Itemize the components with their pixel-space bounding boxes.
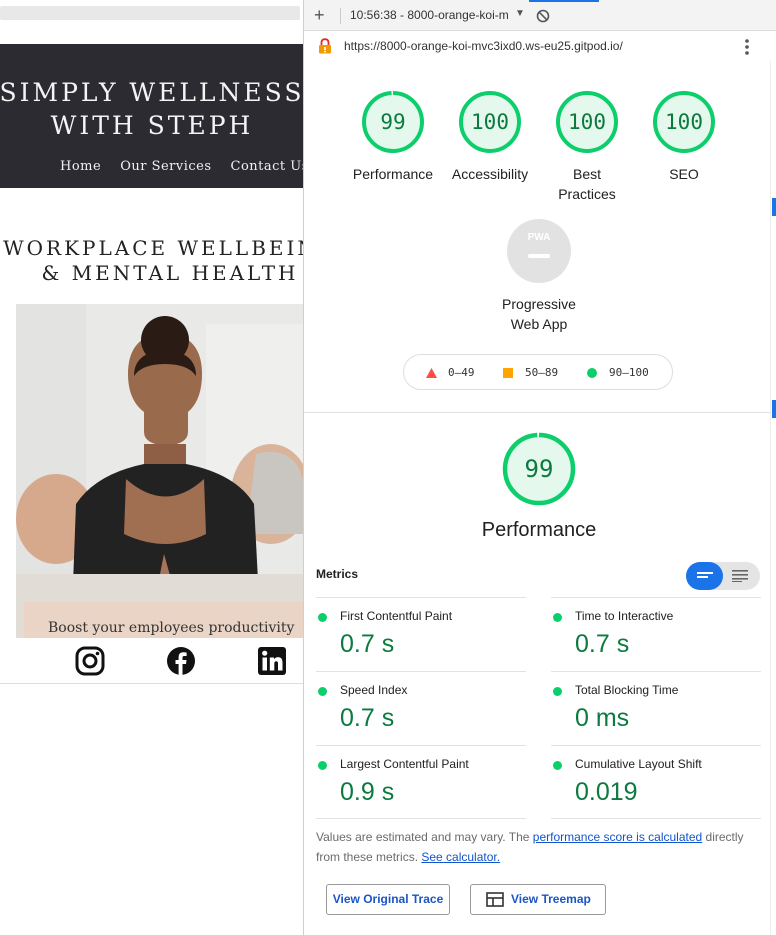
metric-label: Largest Contentful Paint [340, 757, 469, 771]
expanded-list-icon[interactable] [732, 570, 748, 582]
metric-value: 0.019 [575, 778, 638, 806]
section-divider [304, 412, 770, 413]
site-header: SIMPLY WELLNESS WITH STEPH Home Our Serv… [0, 44, 304, 188]
metric-speed-index: Speed Index 0.7 s [316, 671, 526, 745]
pass-dot-icon [318, 613, 327, 622]
metrics-footnote: Values are estimated and may vary. The p… [316, 827, 766, 867]
performance-score: 99 [524, 455, 554, 483]
gauge-seo[interactable]: 100 [652, 90, 716, 154]
lock-warning-icon [319, 38, 331, 54]
gauge-score: 100 [471, 110, 509, 134]
gauge-label: Best Practices [558, 166, 616, 202]
score-calculated-link[interactable]: performance score is calculated [533, 830, 702, 844]
chevron-down-icon[interactable]: ▼ [515, 8, 525, 19]
hero-caption: Boost your employees productivity [48, 620, 295, 636]
metric-label: Speed Index [340, 683, 408, 697]
gauge-label: SEO [669, 166, 699, 182]
metric-label: Time to Interactive [575, 609, 674, 623]
pwa-icon: PWA [527, 232, 551, 243]
instagram-icon[interactable] [75, 646, 105, 676]
pass-circle-icon [587, 368, 597, 378]
nav-link-services[interactable]: Our Services [120, 159, 211, 174]
gauge-score: 100 [665, 110, 703, 134]
website-preview: SIMPLY WELLNESS WITH STEPH Home Our Serv… [0, 0, 304, 935]
scroll-marker [772, 400, 776, 418]
footnote-text: Values are estimated and may vary. The [316, 830, 533, 844]
facebook-icon[interactable] [166, 646, 196, 676]
see-calculator-link[interactable]: See calculator. [421, 850, 500, 864]
button-label: View Original Trace [332, 892, 444, 906]
report-url[interactable]: https://8000-orange-koi-mvc3ixd0.ws-eu25… [344, 39, 623, 53]
view-treemap-button[interactable]: View Treemap [470, 884, 606, 915]
metric-label: Total Blocking Time [575, 683, 679, 697]
pwa-dash [528, 254, 550, 258]
metric-total-blocking-time: Total Blocking Time 0 ms [551, 671, 761, 745]
average-square-icon [503, 368, 513, 378]
scroll-marker [772, 198, 776, 216]
report-url-bar: https://8000-orange-koi-mvc3ixd0.ws-eu25… [304, 31, 776, 61]
view-original-trace-button[interactable]: View Original Trace [326, 884, 450, 915]
gauge-score: 100 [568, 110, 606, 134]
more-options-icon[interactable] [744, 38, 750, 56]
performance-gauge-large: 99 [502, 432, 576, 506]
toolbar-separator [340, 8, 341, 24]
metric-value: 0.7 s [340, 630, 395, 658]
gauge-label: Accessibility [451, 166, 529, 182]
metrics-view-toggle[interactable] [686, 562, 760, 590]
metric-value: 0 ms [575, 704, 630, 732]
metric-label: First Contentful Paint [340, 609, 453, 623]
metric-value: 0.7 s [575, 630, 630, 658]
vertical-scrollbar[interactable] [770, 61, 776, 935]
active-tab-indicator [529, 0, 599, 2]
metric-largest-contentful-paint: Largest Contentful Paint 0.9 s [316, 745, 526, 819]
button-label: View Treemap [511, 892, 591, 906]
gauge-best-practices[interactable]: 100 [555, 90, 619, 154]
screen: SIMPLY WELLNESS WITH STEPH Home Our Serv… [0, 0, 776, 935]
lighthouse-panel: + 10:56:38 - 8000-orange-koi-m ▼ https:/… [303, 0, 776, 935]
pass-dot-icon [553, 761, 562, 770]
site-logo-text[interactable]: SIMPLY WELLNESS WITH STEPH [0, 76, 304, 142]
page-heading: WORKPLACE WELLBEING & MENTAL HEALTH [3, 236, 304, 285]
nav-link-contact[interactable]: Contact Us [231, 159, 304, 174]
treemap-icon [486, 892, 504, 907]
nav-link-home[interactable]: Home [60, 159, 101, 174]
linkedin-icon[interactable] [257, 646, 287, 676]
metric-cumulative-layout-shift: Cumulative Layout Shift 0.019 [551, 745, 761, 819]
gauge-performance[interactable]: 99 [361, 90, 425, 154]
horizontal-scrollbar[interactable] [0, 6, 300, 20]
metric-first-contentful-paint: First Contentful Paint 0.7 s [316, 597, 526, 671]
metrics-heading: Metrics [316, 567, 359, 581]
legend-fail: 0–49 [448, 366, 475, 379]
pwa-label: Progressive Web App [502, 296, 576, 332]
legend-pass: 90–100 [609, 366, 649, 379]
pass-dot-icon [553, 687, 562, 696]
pass-dot-icon [553, 613, 562, 622]
fail-triangle-icon [426, 368, 437, 378]
hero-photo [16, 304, 304, 638]
performance-title: Performance [481, 519, 597, 541]
new-report-button[interactable]: + [314, 5, 325, 26]
metric-value: 0.7 s [340, 704, 395, 732]
clear-reports-icon[interactable] [536, 9, 550, 23]
gauge-score: 99 [380, 110, 406, 134]
legend-average: 50–89 [525, 366, 559, 379]
pwa-badge[interactable]: PWA [507, 219, 571, 283]
site-nav: Home Our Services Contact Us [60, 159, 304, 174]
compact-list-icon [697, 572, 713, 578]
metric-value: 0.9 s [340, 778, 395, 806]
pass-dot-icon [318, 761, 327, 770]
score-legend: 0–49 50–89 90–100 [403, 354, 673, 390]
social-links [0, 640, 304, 684]
gauge-accessibility[interactable]: 100 [458, 90, 522, 154]
gauge-label: Performance [352, 166, 434, 182]
metric-time-to-interactive: Time to Interactive 0.7 s [551, 597, 761, 671]
pass-dot-icon [318, 687, 327, 696]
report-select[interactable]: 10:56:38 - 8000-orange-koi-m [350, 8, 510, 22]
lighthouse-toolbar: + 10:56:38 - 8000-orange-koi-m ▼ [304, 0, 776, 31]
metric-label: Cumulative Layout Shift [575, 757, 702, 771]
